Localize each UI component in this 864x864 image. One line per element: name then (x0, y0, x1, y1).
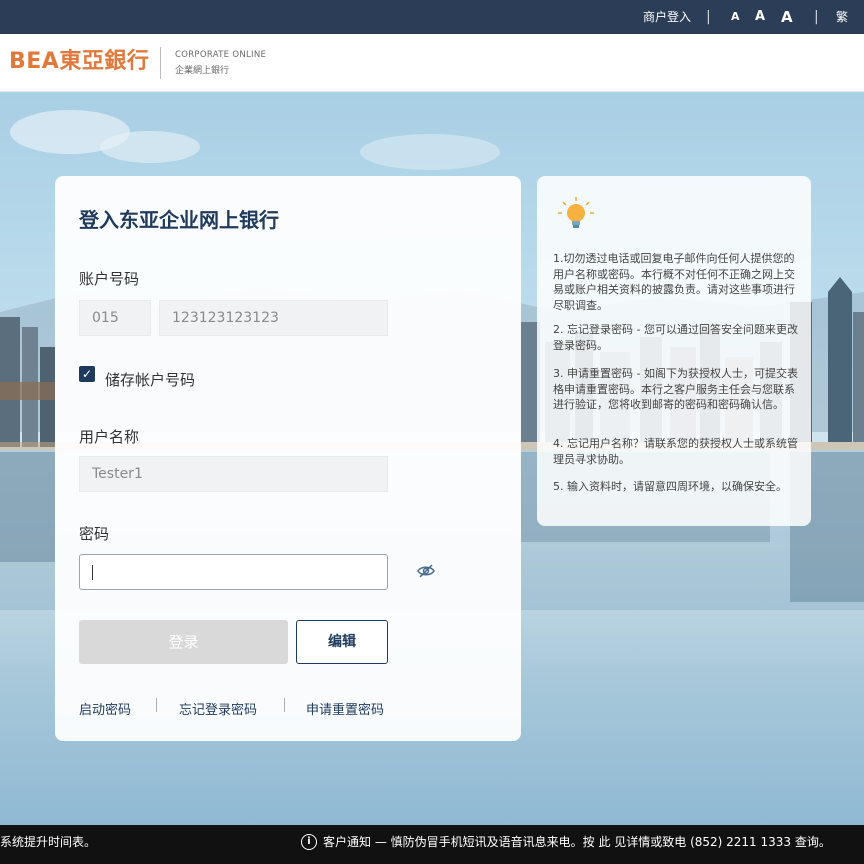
lightbulb-icon (558, 197, 594, 228)
corporate-online-cn-label: 企業網上銀行 (175, 66, 230, 76)
font-size-large-button[interactable]: A (781, 0, 793, 34)
merchant-login-link[interactable]: 商户登入 (643, 0, 691, 34)
text-caret (92, 565, 93, 580)
tip-item: 1.切勿透过电话或回复电子邮件向任何人提供您的用户名称或密码。本行概不对任何不正… (553, 252, 795, 312)
link-separator (156, 698, 157, 712)
info-icon: i (301, 834, 317, 850)
language-trad-chinese-link[interactable]: 繁 (836, 0, 848, 34)
top-utility-bar: 商户登入 | A A A | 繁 (0, 0, 864, 34)
topbar-separator: | (814, 9, 819, 25)
tip-item: 4. 忘记用户名称？请联系您的获授权人士或系统管理员寻求协助。 (553, 437, 798, 466)
branch-code-input[interactable]: 015 (79, 300, 151, 336)
username-label: 用户名称 (79, 428, 140, 446)
bea-logo[interactable]: BEA東亞銀行 (9, 48, 149, 76)
font-size-medium-button[interactable]: A (755, 0, 765, 34)
font-size-small-button[interactable]: A (731, 0, 740, 34)
customer-notice-text[interactable]: 客户通知 — 慎防伪冒手机短讯及语音讯息来电。按 此 见详情或致电 (852) … (323, 825, 831, 859)
account-number-input[interactable]: 123123123123 (159, 300, 388, 336)
security-tips-card: 1.切勿透过电话或回复电子邮件向任何人提供您的用户名称或密码。本行概不对任何不正… (537, 176, 811, 526)
account-number-label: 账户号码 (79, 270, 140, 288)
login-button[interactable]: 登录 (79, 620, 288, 664)
forgot-password-link[interactable]: 忘记登录密码 (179, 699, 257, 718)
password-input[interactable] (79, 554, 388, 590)
corporate-online-label: CORPORATE ONLINE (175, 50, 267, 60)
remember-account-label: 储存帐户号码 (105, 371, 196, 389)
show-password-icon[interactable] (416, 561, 436, 581)
site-header: BEA東亞銀行 CORPORATE ONLINE 企業網上銀行 (0, 34, 864, 92)
edit-button[interactable]: 编辑 (296, 620, 388, 664)
login-card: 登入东亚企业网上银行 账户号码 015 123123123123 ✓ 储存帐户号… (55, 176, 521, 741)
username-input[interactable]: Tester1 (79, 456, 388, 492)
remember-account-checkbox[interactable]: ✓ (79, 366, 95, 382)
activate-password-link[interactable]: 启动密码 (79, 699, 131, 718)
link-separator (284, 698, 285, 712)
login-title: 登入东亚企业网上银行 (79, 208, 279, 232)
tip-item: 5. 输入资料时，请留意四周环境，以确保安全。 (553, 480, 787, 493)
notice-ticker: 系统提升时间表。 i 客户通知 — 慎防伪冒手机短讯及语音讯息来电。按 此 见详… (0, 825, 864, 864)
topbar-separator: | (706, 9, 711, 25)
logo-divider (160, 47, 161, 79)
tip-item: 2. 忘记登录密码 - 您可以通过回答安全问题来更改登录密码。 (553, 323, 798, 352)
tip-item: 3. 申请重置密码 - 如阁下为获授权人士，可提交表格申请重置密码。本行之客户服… (553, 367, 798, 411)
reset-password-link[interactable]: 申请重置密码 (306, 699, 384, 718)
password-label: 密码 (79, 525, 110, 543)
upgrade-schedule-link[interactable]: 系统提升时间表。 (0, 825, 96, 859)
